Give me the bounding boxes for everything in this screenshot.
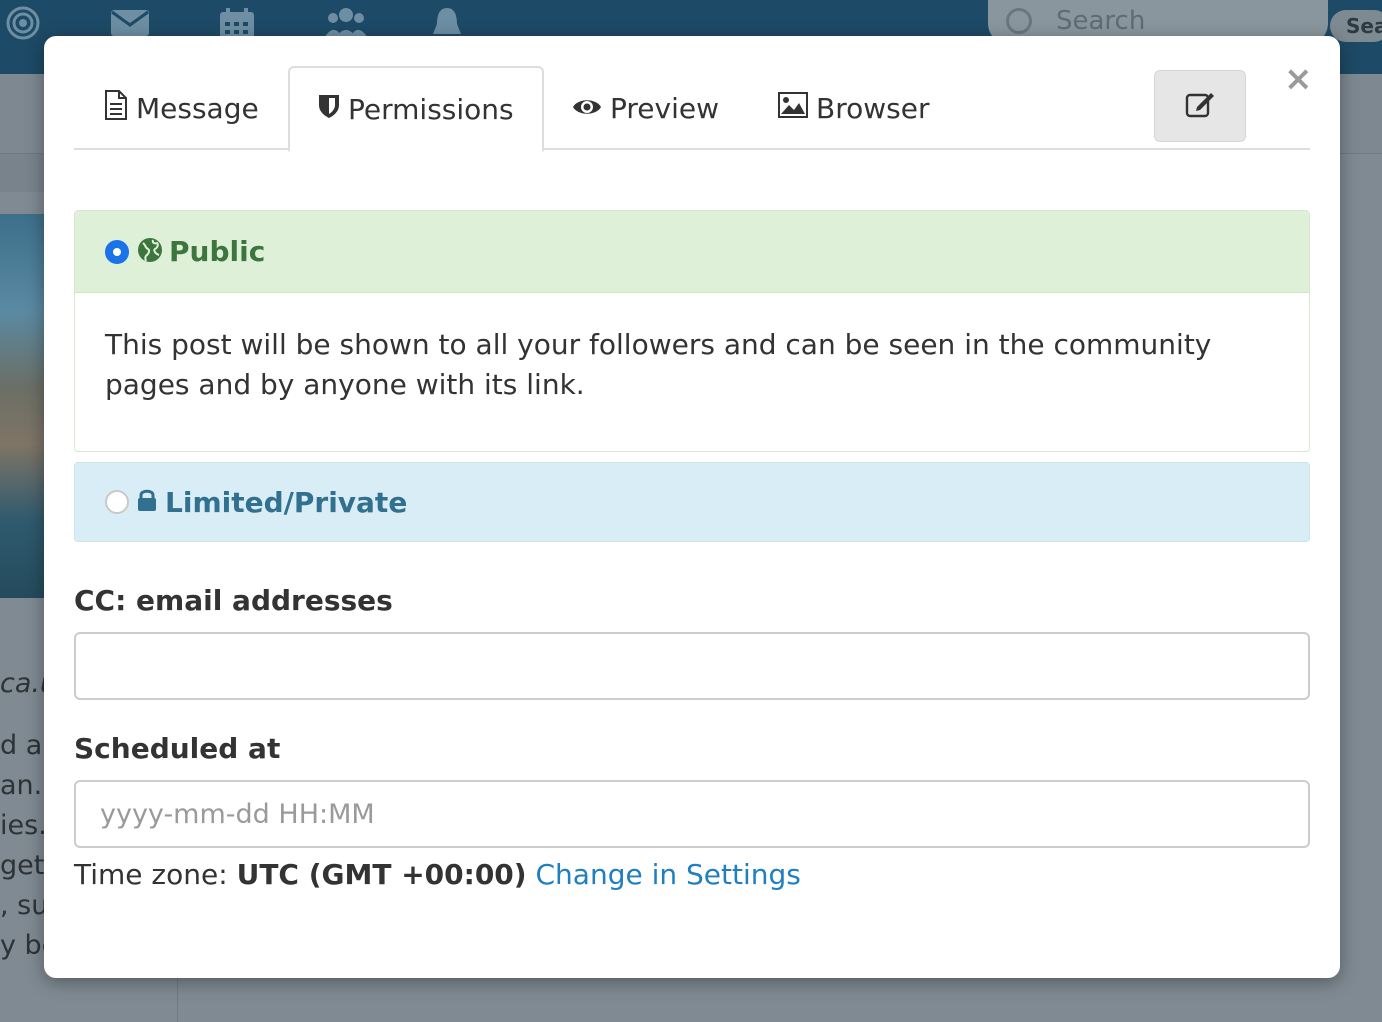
private-option[interactable]: Limited/Private xyxy=(74,462,1310,542)
public-option[interactable]: Public xyxy=(75,211,1309,293)
tab-permissions[interactable]: Permissions xyxy=(288,66,544,152)
target-icon[interactable] xyxy=(6,6,40,46)
search-button-label: Sea xyxy=(1346,14,1382,38)
edit-mode-button[interactable] xyxy=(1154,70,1246,142)
tab-browser[interactable]: Browser xyxy=(778,66,929,150)
side-text-line: get xyxy=(0,850,45,881)
edit-icon xyxy=(1185,90,1215,122)
tab-message[interactable]: Message xyxy=(104,66,259,150)
private-label: Limited/Private xyxy=(165,485,408,519)
cc-email-input[interactable] xyxy=(74,632,1310,700)
lock-icon xyxy=(137,488,157,516)
scheduled-at-input[interactable] xyxy=(74,780,1310,848)
profile-photo xyxy=(0,214,44,598)
timezone-value: UTC (GMT +00:00) xyxy=(236,858,527,891)
side-text-line: an. xyxy=(0,770,43,801)
public-description: This post will be shown to all your foll… xyxy=(105,328,1212,401)
eye-icon xyxy=(572,92,602,125)
globe-icon xyxy=(137,237,163,267)
scheduled-label: Scheduled at xyxy=(74,732,281,765)
tab-label: Message xyxy=(136,91,259,125)
tab-preview[interactable]: Preview xyxy=(572,66,719,150)
public-label: Public xyxy=(169,235,266,268)
timezone-prefix: Time zone: xyxy=(74,858,228,891)
tab-label: Preview xyxy=(610,91,719,125)
shield-icon xyxy=(318,93,340,126)
timezone-line: Time zone: UTC (GMT +00:00) Change in Se… xyxy=(74,858,801,891)
file-icon xyxy=(104,89,128,127)
editor-tabs: Message Permissions Preview Browser xyxy=(74,66,1310,152)
search-icon xyxy=(1006,8,1032,34)
public-radio[interactable] xyxy=(105,239,129,264)
cc-label: CC: email addresses xyxy=(74,584,393,617)
tab-label: Browser xyxy=(816,91,930,125)
side-text-line: ies. xyxy=(0,810,47,841)
change-settings-link[interactable]: Change in Settings xyxy=(536,858,801,891)
search-placeholder: Search xyxy=(1056,6,1146,36)
permission-public-panel: Public This post will be shown to all yo… xyxy=(74,210,1310,452)
image-icon xyxy=(778,91,808,125)
private-radio[interactable] xyxy=(105,490,129,514)
tab-label: Permissions xyxy=(348,92,514,126)
side-text-line: , su xyxy=(0,890,49,921)
